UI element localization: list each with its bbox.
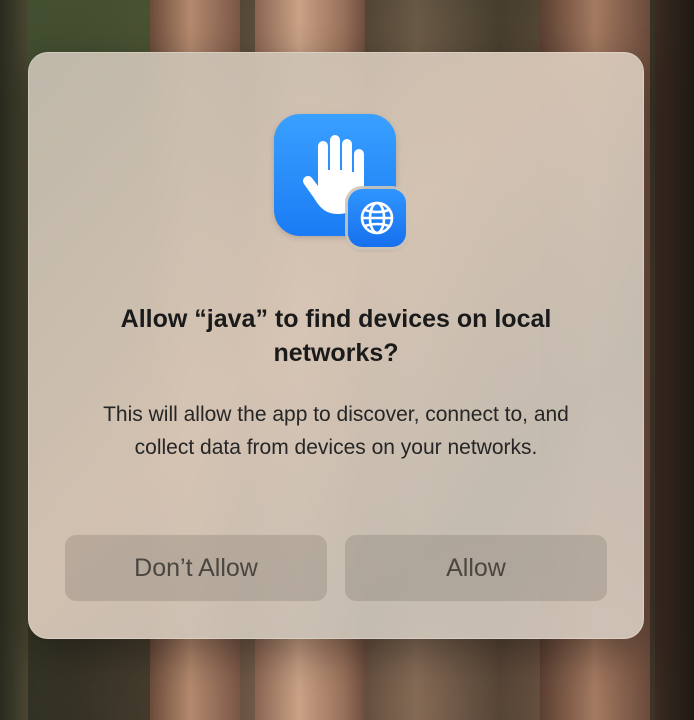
tree-trunk [0, 0, 28, 720]
tree-trunk [655, 0, 694, 720]
permission-dialog: Allow “java” to find devices on local ne… [28, 52, 644, 639]
dialog-title: Allow “java” to find devices on local ne… [120, 305, 552, 367]
dialog-message: This will allow the app to discover, con… [103, 403, 569, 459]
dont-allow-button[interactable]: Don’t Allow [65, 535, 327, 601]
globe-icon [348, 189, 406, 247]
allow-button[interactable]: Allow [345, 535, 607, 601]
